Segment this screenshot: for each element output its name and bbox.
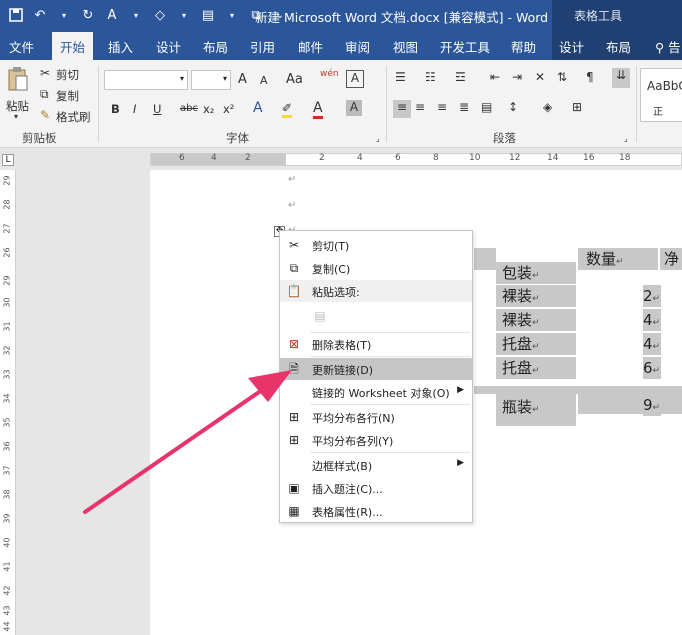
annotation-arrow bbox=[83, 370, 292, 514]
